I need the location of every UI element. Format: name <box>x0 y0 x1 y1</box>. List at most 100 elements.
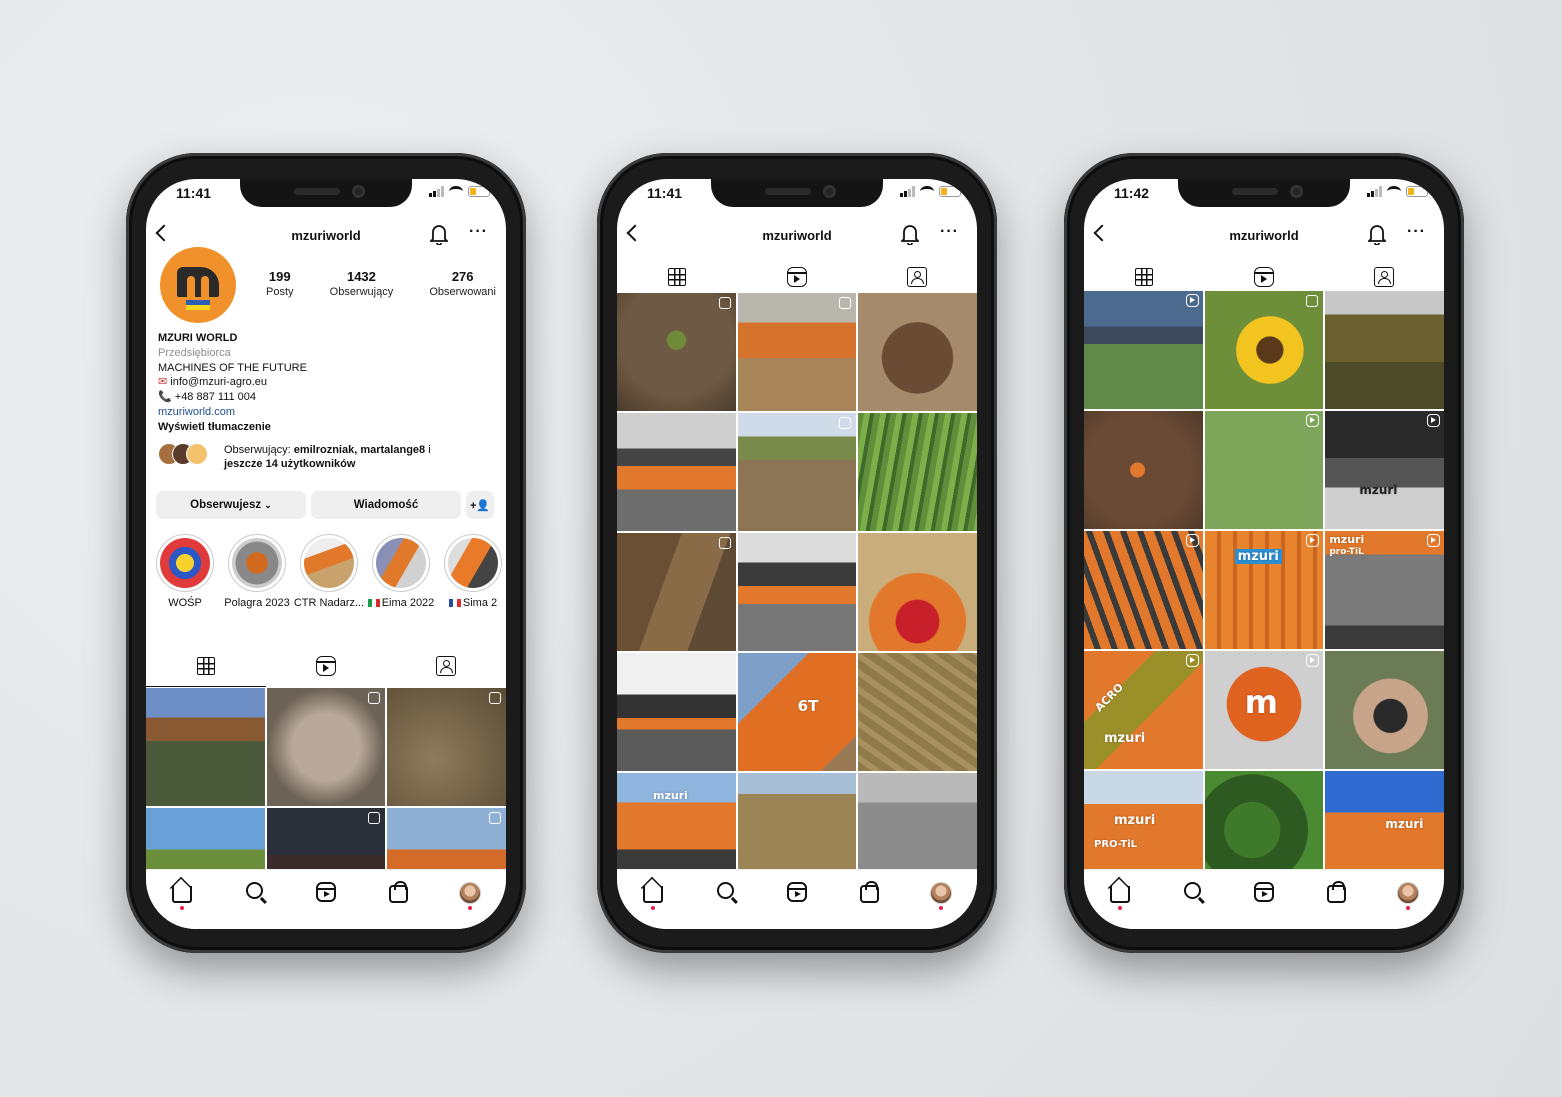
translate-link[interactable]: Wyświetl tłumaczenie <box>158 420 496 435</box>
post-tile[interactable] <box>858 293 977 411</box>
bottom-nav <box>617 869 977 929</box>
tab-posts[interactable] <box>146 651 266 687</box>
username-title: mzuriworld <box>762 228 832 243</box>
tab-reels[interactable] <box>266 651 386 681</box>
nav-profile[interactable] <box>458 880 482 910</box>
tab-reels[interactable] <box>737 262 857 292</box>
bell-icon[interactable] <box>901 223 919 245</box>
nav-shop[interactable] <box>386 880 410 906</box>
post-tile[interactable] <box>1204 291 1324 409</box>
bio: MZURI WORLD Przedsiębiorca MACHINES OF T… <box>158 331 496 435</box>
post-tile[interactable] <box>737 533 857 651</box>
more-icon[interactable]: ··· <box>1407 223 1426 241</box>
post-tile[interactable] <box>617 533 736 651</box>
followed-prefix: Obserwujący: <box>224 444 294 456</box>
nav-profile[interactable] <box>1396 880 1420 910</box>
post-tile[interactable] <box>146 688 265 806</box>
top-bar: mzuriworld ··· <box>1084 223 1444 251</box>
post-tile[interactable] <box>266 688 386 806</box>
more-icon[interactable]: ··· <box>469 223 488 241</box>
nav-shop[interactable] <box>857 880 881 906</box>
nav-reels[interactable] <box>314 880 338 906</box>
post-tile[interactable]: 6T <box>737 653 857 771</box>
more-icon[interactable]: ··· <box>940 223 959 241</box>
avatar[interactable] <box>160 247 236 323</box>
following-label: Obserwujesz <box>190 499 262 511</box>
post-tile[interactable] <box>737 293 857 411</box>
shop-icon <box>859 881 879 903</box>
post-tile[interactable] <box>858 533 977 651</box>
post-tile[interactable] <box>1084 531 1203 649</box>
highlight[interactable]: Eima 2022 <box>367 534 434 609</box>
highlight[interactable]: WOŚP <box>156 534 214 609</box>
nav-profile[interactable] <box>929 880 953 910</box>
phone-grid-2: 11:42 mzuriworld ··· mzuri mzuri mzuri pr… <box>1064 153 1464 953</box>
following-button[interactable]: Obserwujesz ⌄ <box>156 491 306 519</box>
highlight[interactable]: CTR Nadarz... <box>294 534 364 609</box>
email-text: info@mzuri-agro.eu <box>170 376 268 389</box>
nav-home[interactable] <box>170 880 194 910</box>
post-tile[interactable] <box>737 413 857 531</box>
phone-profile: 11:41 mzuriworld ··· 199 Posty 1432 Obserw… <box>126 153 526 953</box>
post-tile[interactable] <box>1325 651 1444 769</box>
nav-shop[interactable] <box>1324 880 1348 906</box>
reels-icon <box>1254 882 1274 902</box>
post-tile[interactable] <box>387 688 506 806</box>
tab-tagged[interactable] <box>1324 262 1444 292</box>
reels-icon <box>787 267 807 287</box>
tab-tagged[interactable] <box>386 651 506 681</box>
stat-following[interactable]: 276 Obserwowani <box>429 269 496 298</box>
stat-label: Obserwujący <box>329 286 394 298</box>
tagged-icon <box>436 656 456 676</box>
profile-name: MZURI WORLD <box>158 332 238 344</box>
avatar <box>930 882 952 904</box>
tab-posts[interactable] <box>1084 262 1204 292</box>
status-time: 11:41 <box>176 185 212 201</box>
post-tile[interactable]: mzuri pro-TiL <box>1325 531 1444 649</box>
post-tile[interactable] <box>858 653 977 771</box>
wifi-icon <box>920 186 934 197</box>
tab-tagged[interactable] <box>857 262 977 292</box>
post-tile[interactable] <box>1204 411 1324 529</box>
nav-reels[interactable] <box>785 880 809 906</box>
reels-icon <box>316 656 336 676</box>
bottom-nav <box>146 869 506 929</box>
post-tile[interactable] <box>617 653 736 771</box>
tab-reels[interactable] <box>1204 262 1324 292</box>
message-button[interactable]: Wiadomość <box>311 491 461 519</box>
post-tile[interactable] <box>617 293 736 411</box>
followed-by[interactable]: Obserwujący: emilrozniak, martalange8 i … <box>158 443 496 471</box>
website-link[interactable]: mzuriworld.com <box>158 405 496 420</box>
stat-posts[interactable]: 199 Posty <box>266 269 294 298</box>
tagged-icon <box>1374 267 1394 287</box>
battery-icon <box>468 186 490 197</box>
post-tile[interactable]: m <box>1204 651 1324 769</box>
post-tile[interactable] <box>1084 411 1203 529</box>
nav-reels[interactable] <box>1252 880 1276 906</box>
nav-search[interactable] <box>1180 880 1204 906</box>
add-user-button[interactable]: +👤 <box>466 491 494 519</box>
nav-home[interactable] <box>1108 880 1132 910</box>
bell-icon[interactable] <box>430 223 448 245</box>
notch <box>1178 179 1350 207</box>
highlight[interactable]: Sima 2 <box>444 534 502 609</box>
post-tile[interactable] <box>858 413 977 531</box>
notch <box>240 179 412 207</box>
nav-home[interactable] <box>641 880 665 910</box>
nav-search[interactable] <box>242 880 266 906</box>
stat-followers[interactable]: 1432 Obserwujący <box>330 269 394 298</box>
tagged-icon <box>907 267 927 287</box>
post-tile[interactable] <box>1325 291 1444 409</box>
highlight[interactable]: Polagra 2023 <box>224 534 290 609</box>
chevron-down-icon: ⌄ <box>264 499 272 510</box>
post-tile[interactable]: mzuri <box>1325 411 1444 529</box>
bell-icon[interactable] <box>1368 223 1386 245</box>
post-tile[interactable]: mzuri <box>1204 531 1324 649</box>
post-tile[interactable]: mzuri ACRO <box>1084 651 1203 769</box>
stat-value: 199 <box>268 269 291 284</box>
nav-search[interactable] <box>713 880 737 906</box>
post-tile[interactable] <box>1084 291 1203 409</box>
post-tile[interactable] <box>617 413 736 531</box>
profile-tabs <box>1084 262 1444 292</box>
tab-posts[interactable] <box>617 262 737 292</box>
